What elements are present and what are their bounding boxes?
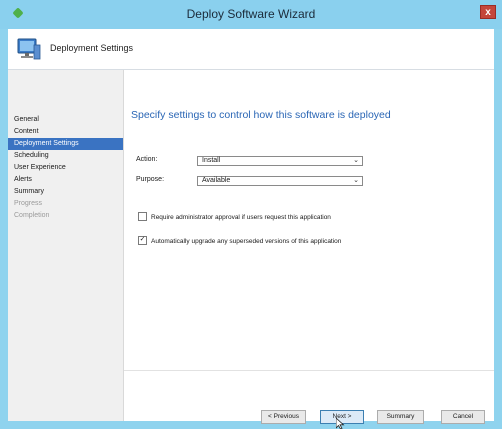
cancel-button[interactable]: Cancel	[441, 410, 485, 424]
sidebar-nav: General Content Deployment Settings Schedul…	[8, 114, 123, 222]
action-label: Action:	[136, 156, 158, 163]
sidebar-item-alerts[interactable]: Alerts	[8, 174, 123, 186]
page-title: Deployment Settings	[50, 43, 134, 53]
sidebar-item-deployment-settings[interactable]: Deployment Settings	[8, 138, 123, 150]
wizard-client-area: Deployment Settings General Content Deploy…	[8, 29, 494, 424]
sidebar-item-summary[interactable]: Summary	[8, 186, 123, 198]
chevron-down-icon: ⌄	[353, 177, 359, 184]
purpose-label: Purpose:	[136, 176, 165, 183]
sidebar-item-completion: Completion	[14, 212, 50, 219]
close-button[interactable]: x	[480, 5, 496, 19]
action-select-value: Install	[202, 157, 221, 164]
auto-upgrade-row[interactable]: ✓ Automatically upgrade any superseded ve…	[138, 236, 342, 246]
previous-button[interactable]: < Previous	[261, 410, 306, 424]
sidebar-item-user-experience[interactable]: User Experience	[8, 162, 123, 174]
main-heading: Specify settings to control how this sof…	[131, 109, 391, 121]
computer-icon	[17, 38, 41, 60]
button-bar: < Previous Next > Summary Cancel	[124, 370, 494, 424]
chevron-down-icon: ⌄	[353, 157, 359, 164]
purpose-select-value: Available	[202, 177, 231, 184]
require-approval-label: Require administrator approval if users …	[151, 214, 331, 222]
title-bar[interactable]: Deploy Software Wizard x	[0, 0, 502, 29]
purpose-select[interactable]: Available ⌄	[197, 176, 363, 186]
wizard-sidebar: General Content Deployment Settings Schedul…	[8, 70, 124, 421]
wizard-header: Deployment Settings	[8, 29, 494, 70]
auto-upgrade-checkbox[interactable]: ✓	[138, 236, 147, 245]
summary-button[interactable]: Summary	[377, 410, 424, 424]
sidebar-item-general[interactable]: General	[8, 114, 123, 126]
sidebar-item-content[interactable]: Content	[8, 126, 123, 138]
sidebar-item-progress: Progress	[14, 200, 43, 207]
action-select[interactable]: Install ⌄	[197, 156, 363, 166]
auto-upgrade-label: Automatically upgrade any superseded ver…	[151, 238, 342, 246]
window-title: Deploy Software Wizard	[186, 7, 316, 21]
require-approval-row[interactable]: Require administrator approval if users …	[138, 212, 331, 222]
require-approval-checkbox[interactable]	[138, 212, 147, 221]
mouse-cursor-icon	[336, 418, 345, 429]
wizard-window: Deploy Software Wizard x Deployment Sett…	[0, 0, 502, 429]
sidebar-item-scheduling[interactable]: Scheduling	[8, 150, 123, 162]
main-panel: Specify settings to control how this sof…	[124, 70, 494, 421]
